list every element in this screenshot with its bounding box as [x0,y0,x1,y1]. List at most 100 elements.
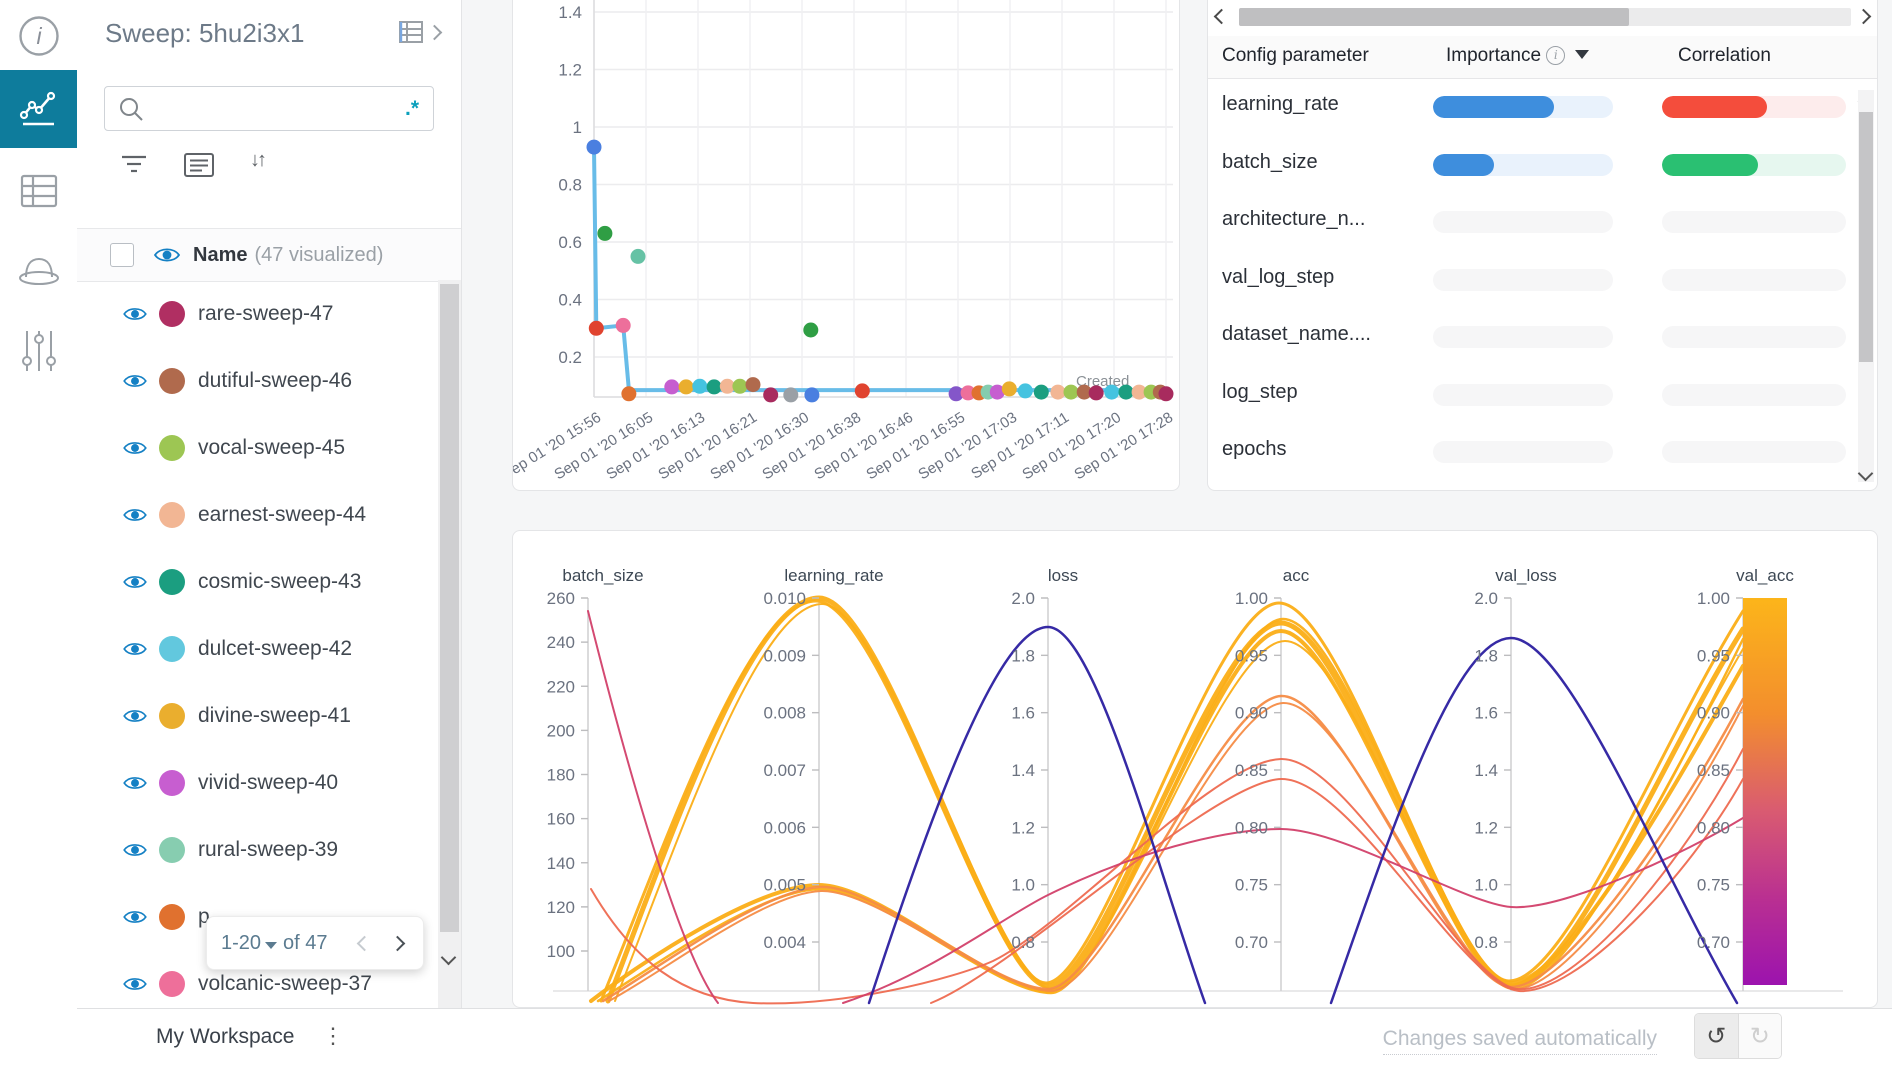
run-row[interactable]: earnest-sweep-44 [77,481,437,548]
info-nav-button[interactable]: i [0,0,77,72]
run-row[interactable]: dutiful-sweep-46 [77,347,437,414]
run-color-dot [159,703,185,729]
run-name[interactable]: dulcet-sweep-42 [198,637,352,661]
run-name[interactable]: cosmic-sweep-43 [198,570,361,594]
hscroll-left-icon[interactable] [1214,9,1230,25]
svg-text:120: 120 [547,898,575,917]
svg-text:1.2: 1.2 [1474,818,1498,837]
correlation-bar-track [1662,441,1846,463]
group-list-icon[interactable] [184,152,214,178]
run-row[interactable]: rural-sweep-39 [77,816,437,883]
svg-text:0.90: 0.90 [1697,704,1730,723]
run-row[interactable]: rare-sweep-47 [77,280,437,347]
eye-icon[interactable] [122,439,148,457]
svg-text:160: 160 [547,810,575,829]
visibility-all-eye-icon[interactable] [153,245,181,265]
run-name[interactable]: vivid-sweep-40 [198,771,338,795]
eye-icon[interactable] [122,975,148,993]
sort-icon[interactable]: ↓↑ [250,149,264,172]
sweeps-nav-button[interactable] [0,231,77,309]
svg-text:0.005: 0.005 [763,876,806,895]
importance-row[interactable]: log_step [1208,366,1858,424]
run-color-dot [159,502,185,528]
importance-row[interactable]: architecture_n... [1208,193,1858,251]
horizontal-scrollbar[interactable] [1239,8,1851,26]
select-all-checkbox[interactable] [110,243,134,267]
run-list-scrollbar[interactable] [438,280,461,1008]
filter-icon[interactable] [120,152,148,176]
parallel-coordinates-chart[interactable]: 260240220200180160140120100batch_size0.0… [513,531,1877,1007]
svg-text:0.006: 0.006 [763,818,806,837]
svg-text:220: 220 [547,677,575,696]
run-row[interactable]: vivid-sweep-40 [77,749,437,816]
importance-row[interactable]: val_log_step [1208,251,1858,309]
run-row[interactable]: vocal-sweep-45 [77,414,437,481]
scroll-down-icon[interactable] [441,950,457,966]
hscroll-right-icon[interactable] [1856,9,1872,25]
run-name[interactable]: earnest-sweep-44 [198,503,366,527]
svg-text:1.0: 1.0 [1474,876,1498,895]
svg-text:0.009: 0.009 [763,646,806,665]
page-size-caret-icon[interactable] [265,942,277,949]
run-search-input[interactable]: .* [104,86,434,131]
info-icon[interactable]: i [1546,46,1565,65]
run-name[interactable]: rural-sweep-39 [198,838,338,862]
eye-icon[interactable] [122,305,148,323]
regex-toggle[interactable]: .* [405,97,419,121]
run-row[interactable]: cosmic-sweep-43 [77,548,437,615]
svg-text:1.0: 1.0 [1011,876,1035,895]
importance-row[interactable]: batch_size [1208,136,1858,194]
run-name[interactable]: volcanic-sweep-37 [198,972,372,996]
eye-icon[interactable] [122,774,148,792]
parameter-importance-panel: Config parameter Importance i Correlatio… [1207,0,1878,491]
charts-nav-button[interactable] [0,70,77,148]
page-range[interactable]: 1-20 [221,932,261,955]
run-row[interactable]: divine-sweep-41 [77,682,437,749]
runs-scatter-chart[interactable]: 1.41.210.80.60.40.2Sep 01 '20 15:56Sep 0… [513,0,1180,491]
table-nav-button[interactable] [0,152,77,230]
importance-row[interactable]: dataset_name.... [1208,308,1858,366]
importance-bar [1433,154,1494,176]
workspace-label[interactable]: My Workspace [156,1025,294,1049]
svg-text:1.2: 1.2 [1011,818,1035,837]
kebab-menu-icon[interactable]: ⋮ [322,1023,344,1049]
eye-icon[interactable] [122,506,148,524]
svg-text:0.70: 0.70 [1235,933,1268,952]
settings-nav-button[interactable] [0,312,77,390]
next-page-button[interactable] [390,935,406,951]
eye-icon[interactable] [122,573,148,591]
scrollbar-thumb[interactable] [1239,8,1629,26]
eye-icon[interactable] [122,707,148,725]
importance-row[interactable]: epochs [1208,423,1858,481]
runs-table-icon [399,20,425,44]
vertical-scrollbar[interactable] [1858,90,1874,482]
run-name[interactable]: divine-sweep-41 [198,704,351,728]
prev-page-button[interactable] [357,935,373,951]
svg-text:200: 200 [547,721,575,740]
eye-icon[interactable] [122,908,148,926]
eye-icon[interactable] [122,372,148,390]
svg-text:0.75: 0.75 [1235,876,1268,895]
svg-text:0.95: 0.95 [1697,646,1730,665]
run-name[interactable]: dutiful-sweep-46 [198,369,352,393]
correlation-bar-track [1662,384,1846,406]
correlation-bar [1662,96,1767,118]
scrollbar-thumb[interactable] [1859,112,1873,362]
svg-text:acc: acc [1283,566,1310,585]
eye-icon[interactable] [122,640,148,658]
svg-text:0.80: 0.80 [1235,818,1268,837]
run-name[interactable]: vocal-sweep-45 [198,436,345,460]
scrollbar-thumb[interactable] [440,284,459,932]
importance-column-label[interactable]: Importance i [1446,45,1589,67]
importance-row[interactable]: learning_rate [1208,78,1858,136]
svg-text:0.85: 0.85 [1697,761,1730,780]
run-row[interactable]: dulcet-sweep-42 [77,615,437,682]
undo-button[interactable]: ↺ [1695,1014,1739,1058]
redo-button[interactable]: ↻ [1739,1014,1782,1058]
svg-text:val_acc: val_acc [1736,566,1794,585]
run-name[interactable]: rare-sweep-47 [198,302,333,326]
open-runs-table-button[interactable] [399,20,440,44]
correlation-column-label[interactable]: Correlation [1678,45,1771,67]
run-list: rare-sweep-47 dutiful-sweep-46 vocal-swe… [77,280,437,1008]
eye-icon[interactable] [122,841,148,859]
